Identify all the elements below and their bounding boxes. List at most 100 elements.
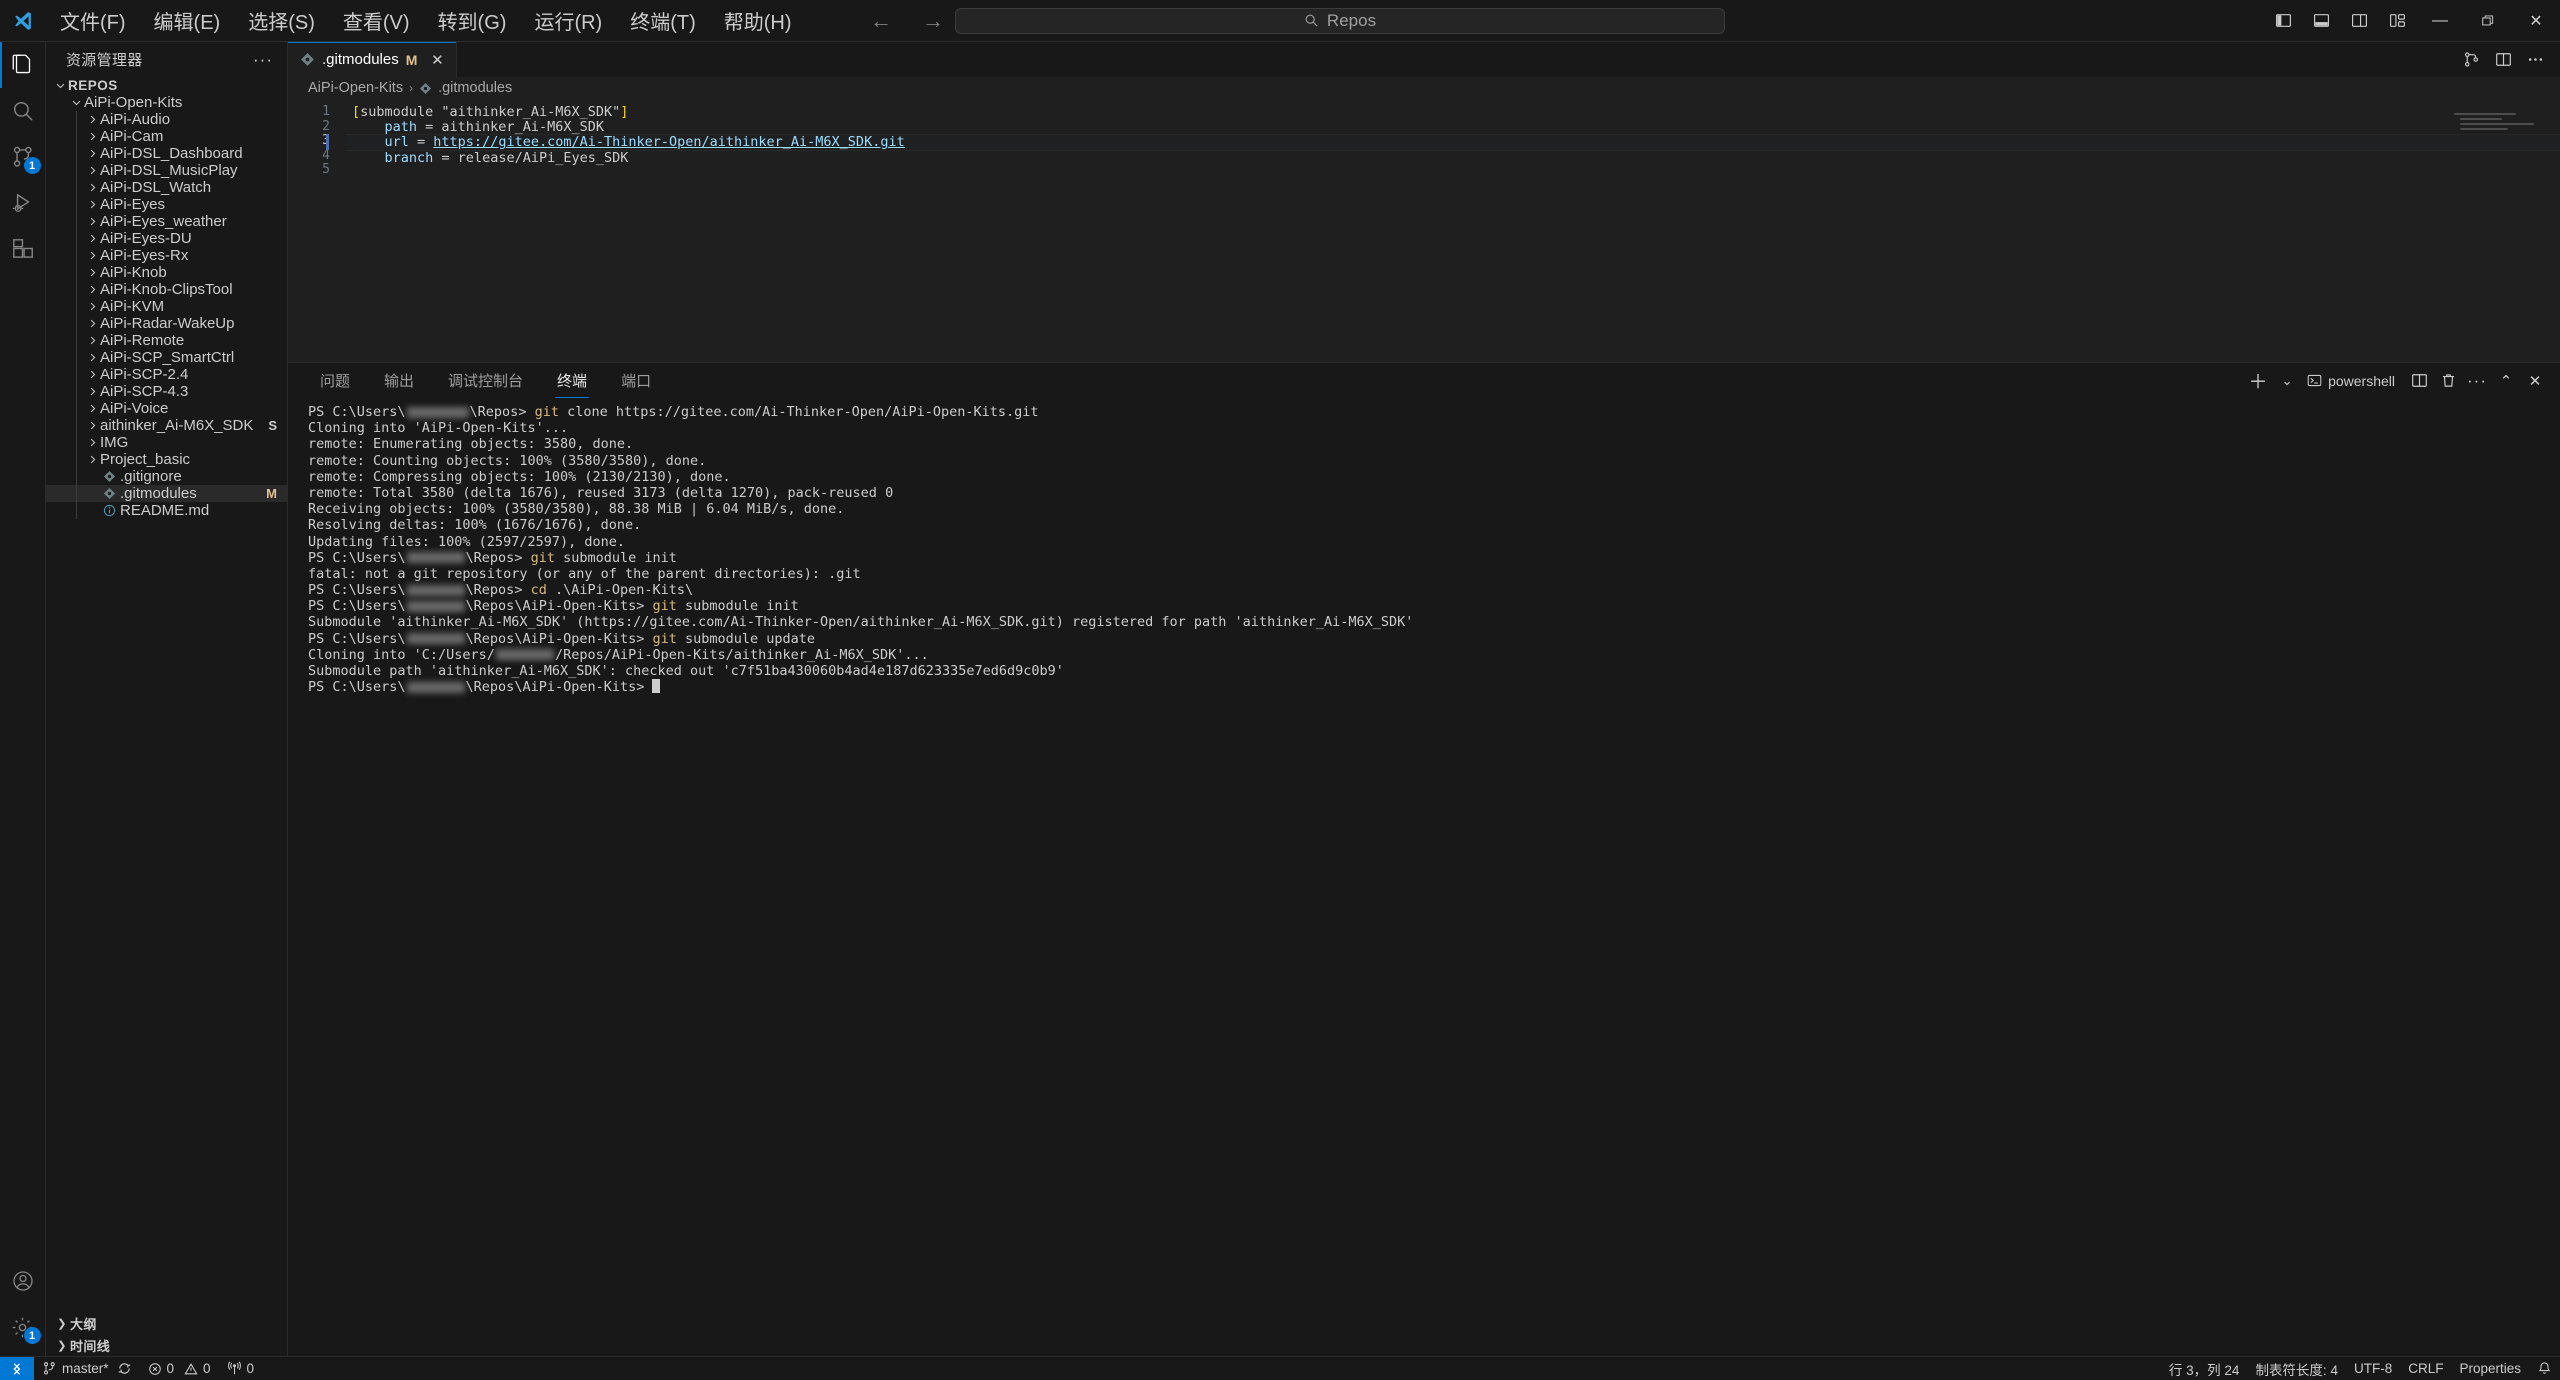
tree-item[interactable]: IMG <box>46 434 287 451</box>
terminal-text: remote: Enumerating objects: 3580, done. <box>308 436 634 453</box>
tree-item[interactable]: AiPi-Eyes_weather <box>46 213 287 230</box>
code-line[interactable]: url = https://gitee.com/Ai-Thinker-Open/… <box>346 134 2560 151</box>
panel-tab-terminal[interactable]: 终端 <box>545 363 599 398</box>
status-problems[interactable]: 0 0 <box>140 1357 219 1380</box>
new-terminal-icon[interactable]: ＋ <box>2245 368 2271 394</box>
terminal-output[interactable]: PS C:\Users\x\Repos> git clone https://g… <box>288 398 2560 1356</box>
tree-item[interactable]: AiPi-KVM <box>46 298 287 315</box>
status-language-mode[interactable]: Properties <box>2451 1357 2529 1380</box>
menu-selection[interactable]: 选择(S) <box>234 1 329 40</box>
go-back-icon[interactable]: ← <box>870 9 892 32</box>
window-minimize-button[interactable]: — <box>2416 0 2464 42</box>
close-panel-icon[interactable]: ✕ <box>2522 368 2548 394</box>
menu-file[interactable]: 文件(F) <box>46 1 140 40</box>
status-branch[interactable]: master* <box>34 1357 140 1380</box>
notifications-bell-icon[interactable] <box>2529 1357 2560 1380</box>
tree-root-repos[interactable]: REPOS <box>46 77 287 94</box>
tree-item[interactable]: AiPi-Eyes <box>46 196 287 213</box>
go-forward-icon[interactable]: → <box>922 9 944 32</box>
sidebar-section-outline[interactable]: ❯ 大纲 <box>46 1312 287 1334</box>
breadcrumb-file[interactable]: .gitmodules <box>438 80 512 96</box>
activity-manage-settings-icon[interactable]: 1 <box>0 1304 46 1350</box>
toggle-secondary-sidebar-icon[interactable] <box>2340 0 2378 42</box>
maximize-panel-icon[interactable]: ⌃ <box>2493 368 2519 394</box>
code-line[interactable]: branch = release/AiPi_Eyes_SDK <box>346 150 2560 166</box>
kill-terminal-trash-icon[interactable] <box>2435 368 2461 394</box>
panel-tab-problems[interactable]: 问题 <box>308 363 362 398</box>
editor-tab-close-icon[interactable]: ✕ <box>428 51 446 69</box>
menu-view[interactable]: 查看(V) <box>329 1 424 40</box>
activity-explorer-icon[interactable] <box>0 42 46 88</box>
sidebar-section-timeline[interactable]: ❯ 时间线 <box>46 1334 287 1356</box>
open-changes-icon[interactable] <box>2458 47 2484 73</box>
tree-item[interactable]: aithinker_Ai-M6X_SDK S <box>46 417 287 434</box>
tree-item[interactable]: AiPi-Knob <box>46 264 287 281</box>
tree-item[interactable]: AiPi-Eyes-DU <box>46 230 287 247</box>
tree-item[interactable]: AiPi-Cam <box>46 128 287 145</box>
activity-source-control-icon[interactable]: 1 <box>0 134 46 180</box>
activity-accounts-icon[interactable] <box>0 1258 46 1304</box>
window-close-button[interactable]: ✕ <box>2512 0 2560 42</box>
split-terminal-icon[interactable] <box>2406 368 2432 394</box>
tree-item[interactable]: AiPi-Knob-ClipsTool <box>46 281 287 298</box>
tree-item[interactable]: AiPi-SCP-2.4 <box>46 366 287 383</box>
menu-help[interactable]: 帮助(H) <box>710 1 806 40</box>
status-cursor-position[interactable]: 行 3，列 24 <box>2161 1357 2248 1380</box>
editor-tab-gitmodules[interactable]: .gitmodules M ✕ <box>288 42 458 77</box>
activity-run-debug-icon[interactable] <box>0 180 46 226</box>
tree-item[interactable]: AiPi-Eyes-Rx <box>46 247 287 264</box>
tree-item[interactable]: AiPi-SCP-4.3 <box>46 383 287 400</box>
panel-tab-ports[interactable]: 端口 <box>609 363 663 398</box>
code-line[interactable] <box>346 165 2560 180</box>
panel-more-actions-icon[interactable]: ··· <box>2464 368 2490 394</box>
toggle-panel-icon[interactable] <box>2302 0 2340 42</box>
status-tab-size[interactable]: 制表符长度: 4 <box>2247 1357 2346 1380</box>
command-center-search[interactable]: Repos <box>955 7 1725 34</box>
new-terminal-dropdown-icon[interactable]: ⌄ <box>2274 368 2300 394</box>
status-eol[interactable]: CRLF <box>2400 1357 2451 1380</box>
tree-workspace-aipi-open-kits[interactable]: AiPi-Open-Kits <box>46 94 287 111</box>
tree-item[interactable]: AiPi-Radar-WakeUp <box>46 315 287 332</box>
active-terminal-tab[interactable]: powershell <box>2303 373 2403 389</box>
panel-actions: ＋ ⌄ powershell ··· ⌃ ✕ <box>2245 368 2560 394</box>
menu-edit[interactable]: 编辑(E) <box>140 1 235 40</box>
code-line[interactable]: [submodule "aithinker_Ai-M6X_SDK"] <box>346 105 2560 120</box>
split-editor-icon[interactable] <box>2490 47 2516 73</box>
customize-layout-icon[interactable] <box>2378 0 2416 42</box>
tree-item[interactable]: AiPi-SCP_SmartCtrl <box>46 349 287 366</box>
menu-go[interactable]: 转到(G) <box>424 1 521 40</box>
remote-indicator-button[interactable] <box>0 1356 34 1380</box>
code-line[interactable]: path = aithinker_Ai-M6X_SDK <box>346 119 2560 135</box>
window-restore-button[interactable] <box>2464 0 2512 42</box>
tree-item[interactable]: AiPi-DSL_Watch <box>46 179 287 196</box>
toggle-primary-sidebar-icon[interactable] <box>2264 0 2302 42</box>
status-encoding[interactable]: UTF-8 <box>2346 1357 2400 1380</box>
tree-item[interactable]: Project_basic <box>46 451 287 468</box>
tree-item[interactable]: AiPi-Voice <box>46 400 287 417</box>
tree-item[interactable]: AiPi-Remote <box>46 332 287 349</box>
tree-item[interactable]: .gitignore <box>46 468 287 485</box>
status-radio-tower[interactable]: 0 <box>219 1357 263 1380</box>
minimap[interactable] <box>2440 99 2560 362</box>
menu-terminal[interactable]: 终端(T) <box>616 1 710 40</box>
tree-item[interactable]: .gitmodules M <box>46 485 287 502</box>
activity-search-icon[interactable] <box>0 88 46 134</box>
explorer-more-actions-icon[interactable]: ··· <box>247 50 279 70</box>
tree-item[interactable]: AiPi-DSL_Dashboard <box>46 145 287 162</box>
panel-tab-output[interactable]: 输出 <box>372 363 426 398</box>
timeline-label: 时间线 <box>70 1338 111 1354</box>
tree-item[interactable]: AiPi-DSL_MusicPlay <box>46 162 287 179</box>
panel-tab-debug-console[interactable]: 调试控制台 <box>436 363 535 398</box>
code-content[interactable]: [submodule "aithinker_Ai-M6X_SDK"] path … <box>346 99 2560 362</box>
tree-item[interactable]: AiPi-Audio <box>46 111 287 128</box>
menu-run[interactable]: 运行(R) <box>520 1 616 40</box>
sync-icon[interactable] <box>117 1361 132 1376</box>
explorer-title: 资源管理器 <box>66 52 143 69</box>
activity-extensions-icon[interactable] <box>0 226 46 272</box>
code-editor[interactable]: 12345 [submodule "aithinker_Ai-M6X_SDK"]… <box>288 99 2560 362</box>
editor-more-actions-icon[interactable] <box>2522 47 2548 73</box>
breadcrumb-folder[interactable]: AiPi-Open-Kits <box>308 80 403 96</box>
terminal-cursor <box>652 679 661 694</box>
file-tree[interactable]: REPOS AiPi-Open-Kits AiPi-Audio AiPi-Cam AiP… <box>46 77 287 1312</box>
tree-item[interactable]: README.md <box>46 502 287 519</box>
